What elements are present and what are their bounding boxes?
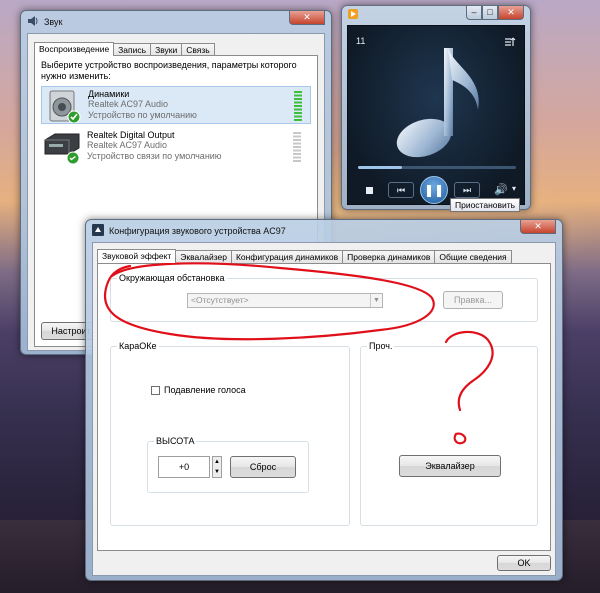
media-player-window: – □ ✕ 11 ⏮ ❚❚ ⏭ 🔊 ▾ Приостановить <box>341 5 531 212</box>
next-icon[interactable]: ⏭ <box>454 182 480 198</box>
environment-select[interactable]: <Отсутствует> ▼ <box>187 293 383 308</box>
speaker-icon <box>27 15 39 29</box>
device-driver: Realtek AC97 Audio <box>87 140 168 150</box>
equalizer-button[interactable]: Эквалайзер <box>399 455 501 477</box>
minimize-button[interactable]: – <box>466 6 482 20</box>
misc-group-label: Проч. <box>367 341 395 351</box>
pitch-group: ВЫСОТА +0 ▲ ▼ Сброс <box>147 436 309 493</box>
maximize-button[interactable]: □ <box>482 6 498 20</box>
window-title: Звук <box>44 17 63 27</box>
device-status: Устройство связи по умолчанию <box>87 151 222 161</box>
pitch-spinner[interactable]: ▲ ▼ <box>212 456 222 478</box>
device-name: Realtek Digital Output <box>87 130 175 140</box>
config-titlebar[interactable]: Конфигурация звукового устройства AC97 <box>86 220 562 242</box>
pause-button[interactable]: ❚❚ <box>420 176 448 204</box>
environment-group: Окружающая обстановка <Отсутствует> ▼ Пр… <box>110 273 538 322</box>
config-client: Звуковой эффект Эквалайзер Конфигурация … <box>92 242 556 576</box>
previous-icon[interactable]: ⏮ <box>388 182 414 198</box>
level-meter <box>293 132 301 162</box>
close-button[interactable]: ✕ <box>498 6 524 20</box>
pitch-value: +0 <box>178 462 190 472</box>
volume-icon[interactable]: 🔊 <box>494 183 508 196</box>
checkbox-box[interactable] <box>151 385 160 395</box>
device-driver: Realtek AC97 Audio <box>88 99 169 109</box>
tab-speaker-test[interactable]: Проверка динамиков <box>342 250 436 263</box>
digital-output-device-icon <box>43 130 83 166</box>
switch-view-icon[interactable] <box>504 36 516 50</box>
instruction-text: Выберите устройство воспроизведения, пар… <box>41 60 297 81</box>
media-player-icon <box>348 9 358 21</box>
tooltip: Приостановить <box>450 198 521 212</box>
sound-effect-panel: Окружающая обстановка <Отсутствует> ▼ Пр… <box>97 263 551 551</box>
device-name: Динамики <box>88 89 130 99</box>
karaoke-group-label: КараОКе <box>117 341 159 351</box>
stop-icon[interactable] <box>366 187 373 194</box>
close-button[interactable]: ✕ <box>520 220 556 234</box>
reset-button[interactable]: Сброс <box>230 456 296 478</box>
pitch-value-field[interactable]: +0 <box>158 456 210 478</box>
pitch-group-label: ВЫСОТА <box>154 436 197 446</box>
chevron-down-icon[interactable]: ▾ <box>512 184 516 193</box>
track-number: 11 <box>356 36 366 46</box>
spin-down-icon[interactable]: ▼ <box>213 467 221 477</box>
karaoke-group: КараОКе Подавление голоса ВЫСОТА +0 ▲ ▼ С… <box>110 341 350 526</box>
environment-select-value: <Отсутствует> <box>191 295 249 305</box>
app-icon <box>92 224 104 238</box>
ok-button[interactable]: OK <box>497 555 551 571</box>
voice-cancel-label: Подавление голоса <box>164 385 246 395</box>
misc-group: Проч. Эквалайзер <box>360 341 538 526</box>
music-note-icon <box>392 42 492 162</box>
voice-cancel-checkbox[interactable]: Подавление голоса <box>151 385 246 395</box>
window-title: Конфигурация звукового устройства AC97 <box>109 226 286 236</box>
player-screen: 11 ⏮ ❚❚ ⏭ 🔊 ▾ Приостановить <box>347 25 525 212</box>
tab-equalizer[interactable]: Эквалайзер <box>175 250 232 263</box>
config-dialog: Конфигурация звукового устройства AC97 ✕… <box>85 219 563 581</box>
sound-titlebar[interactable]: Звук <box>21 11 331 33</box>
close-button[interactable]: ✕ <box>289 11 325 25</box>
device-row[interactable]: Realtek Digital Output Realtek AC97 Audi… <box>41 128 311 166</box>
environment-group-label: Окружающая обстановка <box>117 273 227 283</box>
edit-button[interactable]: Правка... <box>443 291 503 309</box>
device-status: Устройство по умолчанию <box>88 110 197 120</box>
speakers-device-icon <box>44 89 84 125</box>
spin-up-icon[interactable]: ▲ <box>213 457 221 467</box>
chevron-down-icon: ▼ <box>370 294 382 307</box>
level-meter <box>294 91 302 121</box>
tab-sound-effect[interactable]: Звуковой эффект <box>97 249 177 263</box>
tab-playback[interactable]: Воспроизведение <box>34 42 115 56</box>
tab-general-info[interactable]: Общие сведения <box>434 250 512 263</box>
tab-speaker-config[interactable]: Конфигурация динамиков <box>230 250 344 263</box>
seek-bar[interactable] <box>358 166 516 169</box>
device-row[interactable]: Динамики Realtek AC97 Audio Устройство п… <box>41 86 311 124</box>
